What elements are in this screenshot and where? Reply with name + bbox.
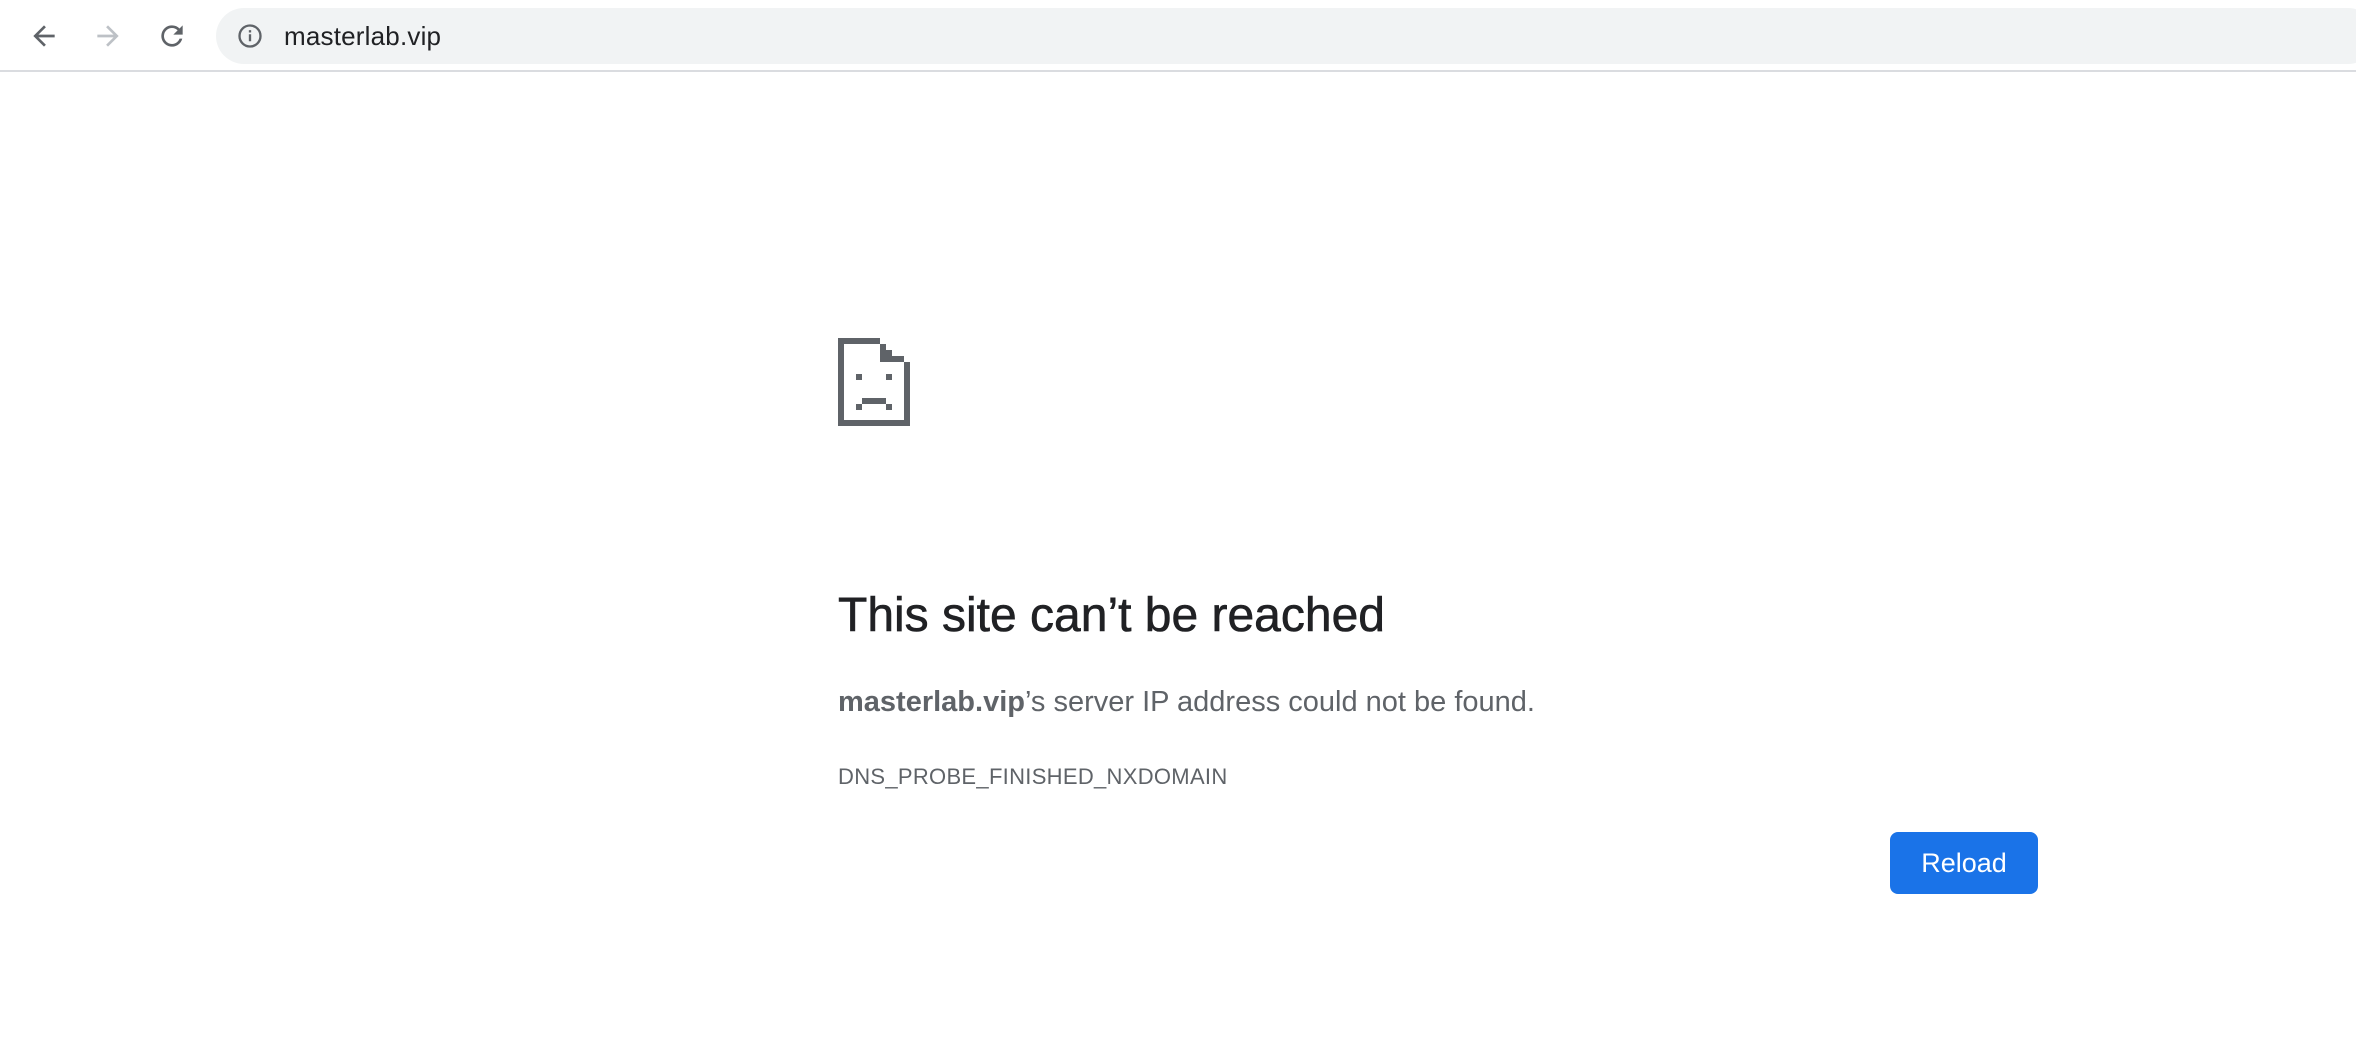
sad-document-icon xyxy=(838,338,910,426)
url-text[interactable]: masterlab.vip xyxy=(284,8,441,64)
reload-button[interactable]: Reload xyxy=(1890,832,2038,894)
arrow-right-icon xyxy=(97,25,119,47)
browser-toolbar: masterlab.vip xyxy=(0,0,2356,72)
error-headline: This site can’t be reached xyxy=(838,589,1386,643)
error-host: masterlab.vip xyxy=(838,686,1025,718)
reload-icon xyxy=(161,25,183,47)
error-code: DNS_PROBE_FINISHED_NXDOMAIN xyxy=(838,764,1228,789)
arrow-left-icon xyxy=(33,25,55,47)
address-bar[interactable]: masterlab.vip xyxy=(216,8,2356,64)
error-message-suffix: ’s server IP address could not be found. xyxy=(1024,686,1535,718)
back-button[interactable] xyxy=(20,12,68,60)
reload-nav-button[interactable] xyxy=(148,12,196,60)
info-icon[interactable] xyxy=(236,22,264,50)
forward-button[interactable] xyxy=(84,12,132,60)
error-message: masterlab.vip’s server IP address could … xyxy=(838,686,1535,719)
